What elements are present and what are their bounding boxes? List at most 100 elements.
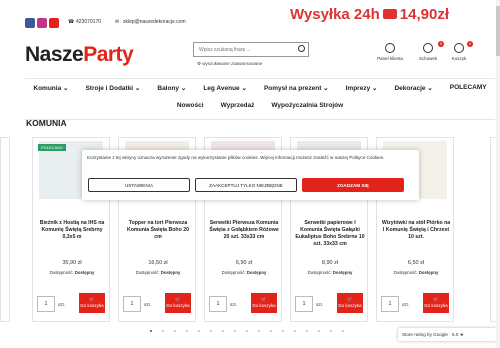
carousel-dot[interactable] (270, 330, 272, 332)
youtube-icon[interactable] (49, 18, 59, 28)
add-to-cart-button[interactable]: 🛒 Do koszyka (251, 293, 277, 313)
email-link[interactable]: sklep@naszedekoracje.com (123, 19, 186, 25)
mail-icon: ✉ (115, 19, 120, 25)
carousel-dot[interactable] (198, 330, 200, 332)
cookie-accept-button[interactable]: ZGADZAM SIĘ (302, 178, 404, 192)
nav-item-nowosci[interactable]: Nowości (177, 102, 204, 109)
advanced-search-link[interactable]: ⚙ wyszukiwanie zaawansowane (197, 61, 262, 67)
facebook-icon[interactable] (25, 18, 35, 28)
add-to-cart-label: Do koszyka (424, 303, 448, 308)
availability: Dostępność: Dostępny (119, 270, 197, 275)
carousel-dot[interactable] (330, 330, 332, 332)
nav-item-imprezy[interactable]: Imprezy ⌄ (346, 84, 378, 92)
logo-text-1: Nasze (25, 43, 84, 66)
phone-icon: ☎ (68, 19, 75, 25)
search-input[interactable] (193, 42, 309, 57)
availability: Dostępność: Dostępny (205, 270, 283, 275)
nav-item-komunia[interactable]: Komunia ⌄ (33, 84, 68, 92)
quantity-input[interactable]: 1 (209, 296, 227, 312)
product-name[interactable]: Serwetki papierowe I Komunia Święta Gałą… (295, 220, 365, 248)
account-label: Panel klienta (377, 56, 403, 61)
nav-row-2: Nowości Wyprzedaż Wypożyczalnia Strojów (25, 102, 495, 109)
quantity-input[interactable]: 1 (295, 296, 313, 312)
carousel-dot[interactable] (234, 330, 236, 332)
instagram-icon[interactable] (37, 18, 47, 28)
nav-item-wyprzedaz[interactable]: Wyprzedaż (221, 102, 255, 109)
carousel-dot[interactable] (210, 330, 212, 332)
carousel-dot[interactable] (246, 330, 248, 332)
carousel-dot[interactable] (162, 330, 164, 332)
unit-label: szt. (316, 302, 324, 307)
product-name[interactable]: Serwetki Pierwsza Komunia Święta z Gołąb… (209, 220, 279, 241)
phone-number[interactable]: 423070170 (76, 19, 101, 25)
section-title: KOMUNIA (26, 118, 67, 128)
nav-item-prezent[interactable]: Pomysł na prezent ⌄ (264, 84, 329, 92)
availability-label: Dostępność: (49, 270, 74, 275)
add-to-cart-button[interactable]: 🛒 Do koszyka (79, 293, 105, 313)
top-bar: ☎ 423070170 ✉ sklep@naszedekoracje.com W… (0, 0, 500, 34)
availability-value: Dostępny (160, 270, 181, 275)
product-card-partial-left (0, 137, 10, 322)
carousel-dot[interactable] (150, 330, 152, 332)
nav-item-balony[interactable]: Balony ⌄ (157, 84, 186, 92)
cart-icon (454, 43, 464, 53)
nav-row-1: Komunia ⌄ Stroje i Dodatki ⌄ Balony ⌄ Le… (25, 84, 495, 92)
nav-item-dekoracje[interactable]: Dekoracje ⌄ (394, 84, 432, 92)
unit-label: szt. (58, 302, 66, 307)
availability-value: Dostępny (74, 270, 95, 275)
carousel-dot[interactable] (306, 330, 308, 332)
heart-icon (423, 43, 433, 53)
add-to-cart-button[interactable]: 🛒 Do koszyka (423, 293, 449, 313)
wishlist-label: Schowek (418, 56, 438, 61)
cart-link[interactable]: 0 Koszyk (443, 41, 475, 61)
availability-value: Dostępny (332, 270, 353, 275)
unit-label: szt. (402, 302, 410, 307)
carousel-dot[interactable] (186, 330, 188, 332)
cart-count: 0 (467, 41, 473, 47)
product-price: 35,90 zł (62, 260, 82, 266)
cookie-necessary-button[interactable]: ZAAKCEPTUJ TYLKO NIEZBĘDNE (195, 178, 297, 192)
carousel-dot[interactable] (342, 330, 344, 332)
carousel-dot[interactable] (282, 330, 284, 332)
availability-value: Dostępny (246, 270, 267, 275)
nav-item-polecamy[interactable]: POLECAMY (450, 84, 487, 92)
user-icon (385, 43, 395, 53)
cart-label: Koszyk (451, 56, 467, 61)
account-link[interactable]: Panel klienta (370, 43, 410, 61)
recommended-badge: POLECAMY (38, 144, 67, 151)
nav-item-stroje[interactable]: Stroje i Dodatki ⌄ (85, 84, 140, 92)
availability-value: Dostępny (418, 270, 439, 275)
carousel-dot[interactable] (222, 330, 224, 332)
carousel-dot[interactable] (318, 330, 320, 332)
unit-label: szt. (230, 302, 238, 307)
promo-price: 14,90zł (399, 5, 449, 23)
product-name[interactable]: Wizytówki na stół Piórko na I Komunię Św… (381, 220, 451, 241)
carousel-dot[interactable] (294, 330, 296, 332)
add-to-cart-button[interactable]: 🛒 Do koszyka (337, 293, 363, 313)
product-name[interactable]: Topper na tort Pierwsza Komunia Święta B… (123, 220, 193, 241)
cookie-settings-button[interactable]: USTAWIENIA (88, 178, 190, 192)
quantity-input[interactable]: 1 (37, 296, 55, 312)
page-scrollbar[interactable] (496, 0, 500, 348)
carousel-dot[interactable] (258, 330, 260, 332)
product-price: 6,90 zł (235, 260, 253, 266)
advanced-search-label: wyszukiwanie zaawansowane (202, 61, 263, 66)
site-logo[interactable]: NaszeParty (25, 43, 134, 67)
quantity-input[interactable]: 1 (381, 296, 399, 312)
product-name[interactable]: Bieżnik z Hostią na IHS na Komunię Święt… (37, 220, 107, 241)
scrollbar-thumb[interactable] (496, 6, 500, 56)
quantity-input[interactable]: 1 (123, 296, 141, 312)
nav-item-wypozyczalnia[interactable]: Wypożyczalnia Strojów (271, 102, 343, 109)
unit-label: szt. (144, 302, 152, 307)
logo-text-2: Party (83, 43, 134, 66)
availability-label: Dostępność: (393, 270, 418, 275)
carousel-dot[interactable] (174, 330, 176, 332)
nav-item-leg-avenue[interactable]: Leg Avenue ⌄ (203, 84, 247, 92)
availability-label: Dostępność: (221, 270, 246, 275)
availability-label: Dostępność: (135, 270, 160, 275)
search-icon[interactable] (298, 45, 305, 52)
wishlist-link[interactable]: 0 Schowek (410, 41, 446, 61)
add-to-cart-button[interactable]: 🛒 Do koszyka (165, 293, 191, 313)
availability-label: Dostępność: (307, 270, 332, 275)
google-rating-badge[interactable]: Store rating by Google · 5.0 ★ (398, 328, 498, 341)
